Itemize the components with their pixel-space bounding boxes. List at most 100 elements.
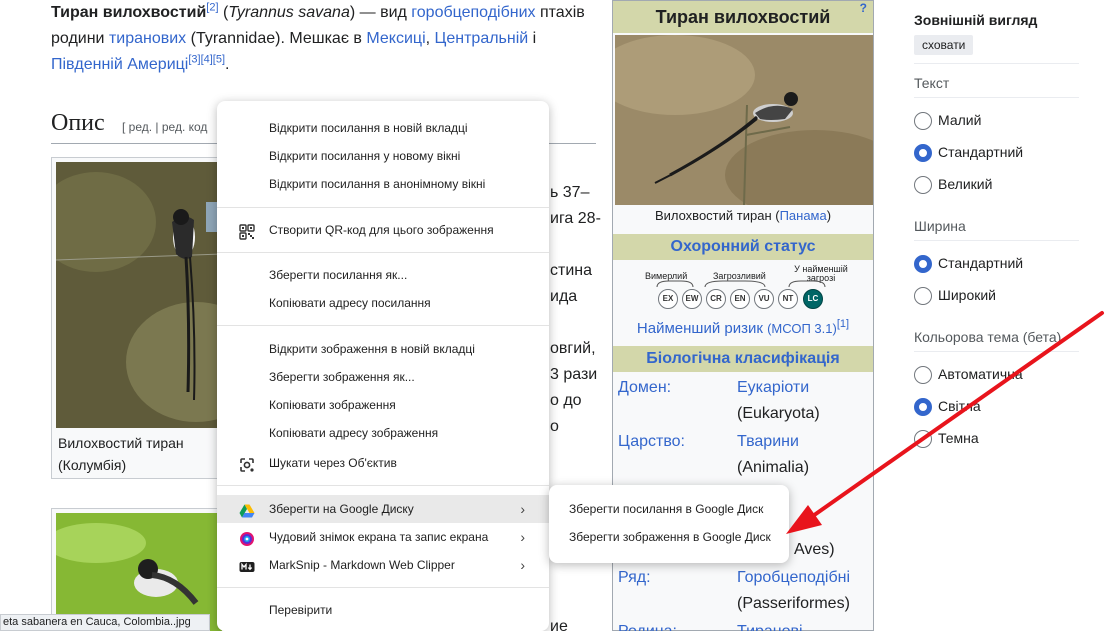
menu-marksnip[interactable]: MarkSnip - Markdown Web Clipper › [217,551,549,579]
radio-label: Стандартний [938,255,1024,271]
chevron-right-icon: › [520,501,525,517]
status-vu[interactable]: VU [754,289,774,309]
menu-save-link-as[interactable]: Зберегти посилання як... [217,261,549,289]
menu-label: Відкрити посилання в новій вкладці [269,121,468,135]
radio-theme-dark[interactable]: Темна [914,428,1079,448]
text-size-label: Текст [914,75,950,91]
hide-button[interactable]: сховати [914,35,974,55]
caption-link-panama[interactable]: Панама [780,208,827,223]
status-link[interactable]: Найменший ризик [637,320,763,337]
menu-label: Перевірити [269,603,333,617]
menu-search-with-lens[interactable]: Шукати через Об'єктив [217,449,549,477]
submenu-save-link-to-drive[interactable]: Зберегти посилання в Google Диск [549,495,789,523]
taxonomy-value[interactable]: Еукаріоти [737,375,809,401]
status-lc[interactable]: LC [803,289,823,309]
radio-text-small[interactable]: Малий [914,110,1079,130]
radio-width-standard[interactable]: Стандартний [914,253,1079,273]
menu-separator [217,325,549,326]
menu-label: Зберегти посилання в Google Диск [569,502,764,516]
status-ref[interactable]: [1] [837,318,849,330]
bird-photo[interactable] [56,162,222,428]
screenshot-extension-icon [239,529,255,546]
status-en[interactable]: EN [730,289,750,309]
status-ex[interactable]: EX [658,289,678,309]
radio-text-large[interactable]: Великий [914,174,1079,194]
article-thumbnail-2 [51,508,222,631]
status-text: Найменший ризик (МСОП 3.1)[1] [613,318,873,338]
taxonomy-rank[interactable]: Домен: [618,375,671,401]
status-nt[interactable]: NT [778,289,798,309]
link-south-america[interactable]: Південній Америці [51,56,188,73]
menu-label: Зберегти зображення в Google Диск [569,530,771,544]
taxonomy-rank[interactable]: Ряд: [618,565,651,591]
radio-label: Автоматична [938,366,1023,382]
taxonomy-rank[interactable]: Царство: [618,429,685,455]
divider [914,97,1079,98]
link-order[interactable]: горобцеподібних [411,4,535,21]
menu-copy-image-address[interactable]: Копіювати адресу зображення [217,419,549,447]
menu-separator [217,207,549,208]
menu-open-link-new-tab[interactable]: Відкрити посилання в новій вкладці [217,114,549,142]
text-fragment: овгий, [550,340,596,357]
radio-label: Темна [938,430,979,446]
text-fragment: ие [550,618,568,631]
menu-open-link-incognito[interactable]: Відкрити посилання в анонімному вікні [217,170,549,198]
menu-inspect[interactable]: Перевірити [217,596,549,624]
status-cr[interactable]: CR [706,289,726,309]
radio-circle[interactable] [914,255,932,273]
menu-copy-image[interactable]: Копіювати зображення [217,391,549,419]
conservation-status-header[interactable]: Охоронний статус [613,234,873,260]
scale-brackets [656,280,826,288]
intro-text: і [528,30,537,47]
menu-save-to-google-drive[interactable]: Зберегти на Google Диску › [217,495,549,523]
menu-open-image-new-tab[interactable]: Відкрити зображення в новій вкладці [217,335,549,363]
menu-label: Створити QR-код для цього зображення [269,223,494,237]
radio-theme-auto[interactable]: Автоматична [914,364,1079,384]
file-name-tooltip: eta sabanera en Cauca, Colombia..jpg [0,614,210,631]
taxonomy-value[interactable]: Тварини [737,429,799,455]
radio-circle[interactable] [914,366,932,384]
radio-circle[interactable] [914,287,932,305]
radio-circle[interactable] [914,112,932,130]
infobox-help-link[interactable]: ? [860,1,867,15]
radio-text-standard[interactable]: Стандартний [914,142,1079,162]
status-source-link[interactable]: (МСОП 3.1) [767,321,837,336]
radio-circle[interactable] [914,144,932,162]
text-fragment: ида [550,288,578,305]
link-family[interactable]: тиранових [109,30,186,47]
taxonomy-value[interactable]: Тиранові [737,619,803,631]
radio-width-wide[interactable]: Широкий [914,285,1079,305]
divider [914,240,1079,241]
article-title-bold: Тиран вилохвостий [51,4,207,21]
radio-circle[interactable] [914,176,932,194]
menu-label: Відкрити зображення в новій вкладці [269,342,475,356]
infobox-image[interactable] [615,35,873,205]
taxonomy-value[interactable]: Горобцеподібні [737,565,850,591]
thumbnail-caption: Вилохвостий тиран (Колумбія) [58,435,184,473]
menu-save-image-as[interactable]: Зберегти зображення як... [217,363,549,391]
intro-text: ) — вид [349,4,412,21]
width-label: Ширина [914,218,966,234]
section-edit-links[interactable]: [ ред. | ред. код [122,120,207,134]
menu-open-link-new-window[interactable]: Відкрити посилання у новому вікні [217,142,549,170]
marksnip-icon [239,557,255,573]
radio-circle[interactable] [914,398,932,416]
radio-theme-light[interactable]: Світла [914,396,1079,416]
article-intro: Тиран вилохвостий[2] (Tyrannus savana) —… [51,0,596,78]
menu-copy-link-address[interactable]: Копіювати адресу посилання [217,289,549,317]
intro-text: (Tyrannidae). Мешкає в [186,30,367,47]
menu-create-qr[interactable]: Створити QR-код для цього зображення [217,216,549,244]
ref-links[interactable]: [3][4][5] [188,54,225,66]
status-ew[interactable]: EW [682,289,702,309]
menu-label: Копіювати зображення [269,398,396,412]
taxonomy-rank[interactable]: Родина: [618,619,677,631]
menu-separator [217,252,549,253]
ref-link[interactable]: [2] [206,2,218,14]
classification-header[interactable]: Біологічна класифікація [613,346,873,372]
radio-circle[interactable] [914,430,932,448]
submenu-save-image-to-drive[interactable]: Зберегти зображення в Google Диск [549,523,789,551]
menu-screenshot-extension[interactable]: Чудовий знімок екрана та запис екрана › [217,523,549,551]
link-mexico[interactable]: Мексиці [366,30,425,47]
link-central-america[interactable]: Центральній [435,30,529,47]
menu-separator [217,587,549,588]
